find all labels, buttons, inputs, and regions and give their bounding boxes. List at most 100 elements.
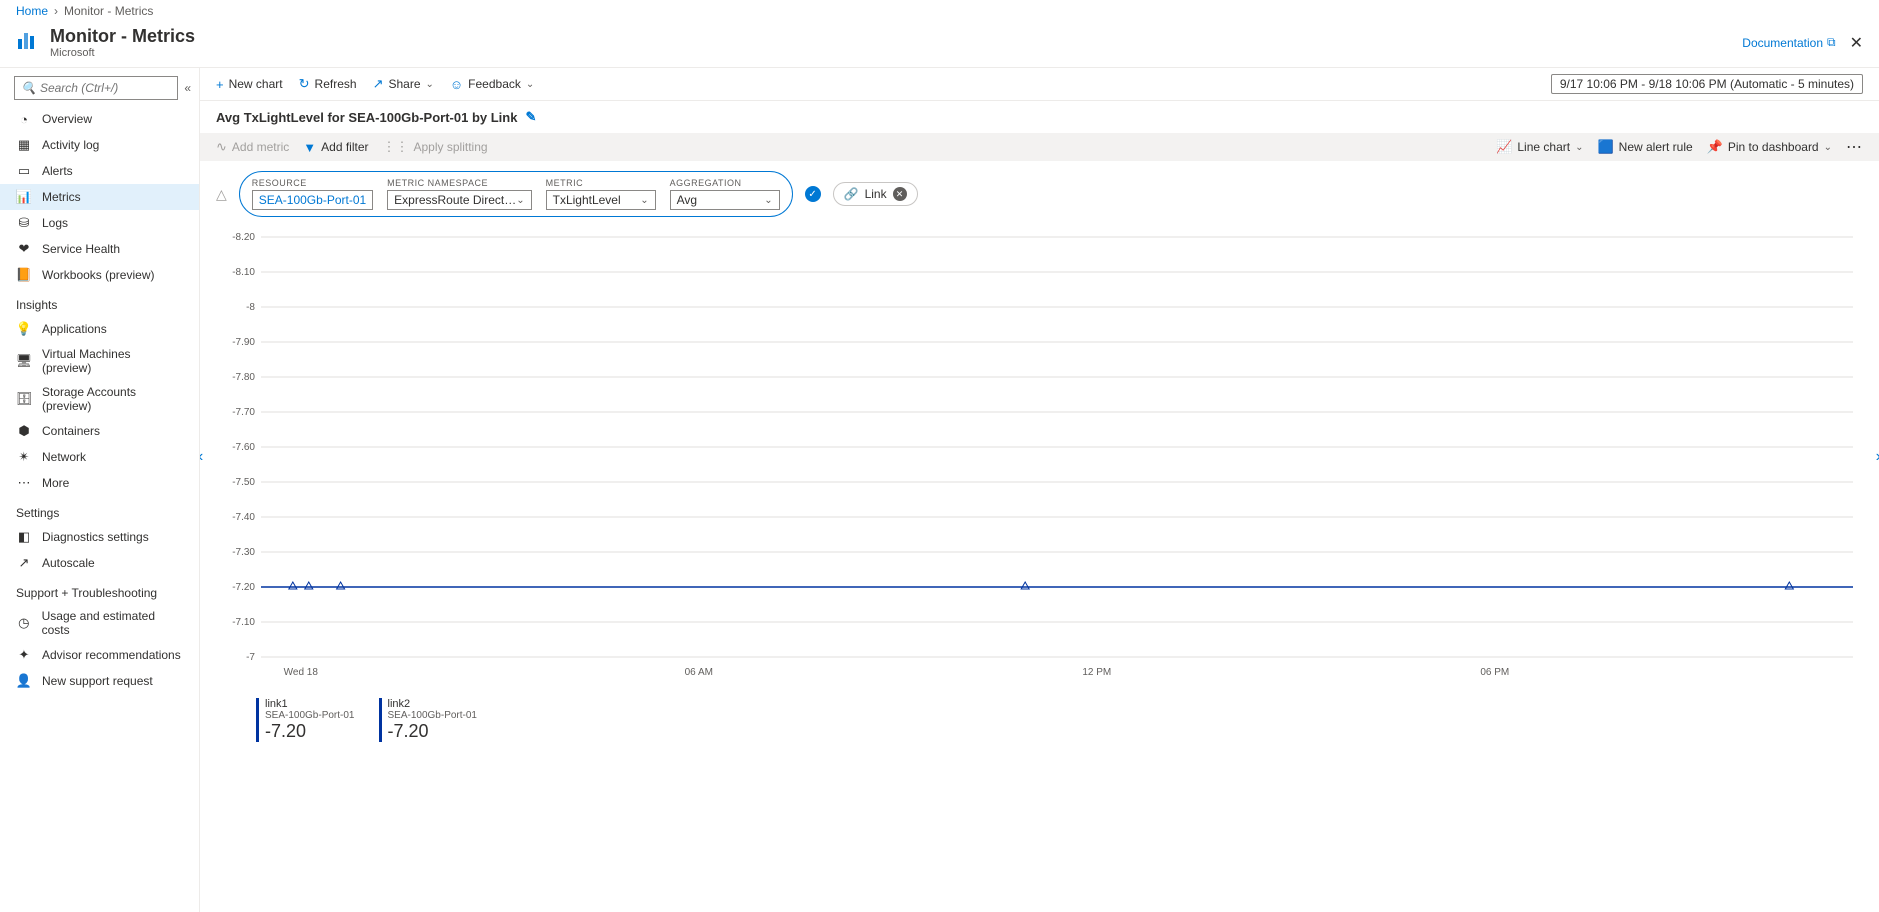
new-alert-button[interactable]: 🟦New alert rule <box>1597 139 1692 155</box>
sidebar-item-alerts[interactable]: ▭Alerts <box>0 158 199 184</box>
chevron-down-icon: ⌄ <box>640 195 648 206</box>
chevron-down-icon: ⌄ <box>516 195 524 206</box>
sidebar-item-label: More <box>42 476 69 490</box>
menu-icon: ◧ <box>16 529 32 545</box>
sidebar-item-label: Advisor recommendations <box>42 648 181 662</box>
filter-icon: ▼ <box>303 140 316 155</box>
sidebar-item-workbooks-preview-[interactable]: 📙Workbooks (preview) <box>0 262 199 288</box>
menu-icon: 📙 <box>16 267 32 283</box>
section-settings: Settings <box>0 496 199 524</box>
menu-icon: ⛁ <box>16 215 32 231</box>
svg-text:-7.80: -7.80 <box>232 372 255 383</box>
chevron-down-icon: ⌄ <box>426 79 434 90</box>
add-filter-button[interactable]: ▼Add filter <box>303 140 368 155</box>
legend-item-link1[interactable]: link1SEA-100Gb-Port-01-7.20 <box>256 698 355 742</box>
svg-text:-7.70: -7.70 <box>232 407 255 418</box>
scroll-left-icon[interactable]: ‹ <box>200 448 203 466</box>
sidebar-item-diagnostics-settings[interactable]: ◧Diagnostics settings <box>0 524 199 550</box>
metric-selector: RESOURCE SEA-100Gb-Port-01 METRIC NAMESP… <box>239 171 793 217</box>
sidebar-item-label: Alerts <box>42 164 73 178</box>
sidebar-item-advisor-recommendations[interactable]: ✦Advisor recommendations <box>0 642 199 668</box>
metric-icon: ∿ <box>216 139 227 155</box>
menu-icon: ◔ <box>16 111 32 127</box>
sidebar-item-more[interactable]: ⋯More <box>0 470 199 496</box>
sidebar-item-activity-log[interactable]: ▦Activity log <box>0 132 199 158</box>
sidebar-item-label: Containers <box>42 424 100 438</box>
sidebar-item-autoscale[interactable]: ↗Autoscale <box>0 550 199 576</box>
svg-text:06 PM: 06 PM <box>1480 667 1509 678</box>
collapse-sidebar-icon[interactable]: « <box>184 81 191 95</box>
line-chart-icon: 📈 <box>1496 139 1512 155</box>
chart-title: Avg TxLightLevel for SEA-100Gb-Port-01 b… <box>216 110 517 125</box>
sidebar-item-containers[interactable]: ⬢ Containers <box>0 418 199 444</box>
sidebar-item-service-health[interactable]: ❤ Service Health <box>0 236 199 262</box>
svg-text:-8.20: -8.20 <box>232 232 255 243</box>
pin-icon: 📌 <box>1707 139 1723 155</box>
sidebar-item-new-support-request[interactable]: 👤New support request <box>0 668 199 694</box>
resource-select[interactable]: SEA-100Gb-Port-01 <box>252 190 373 210</box>
metric-select[interactable]: TxLightLevel⌄ <box>546 190 656 210</box>
more-menu-icon[interactable]: ⋯ <box>1846 137 1863 157</box>
aggregation-select[interactable]: Avg⌄ <box>670 190 780 210</box>
svg-text:-7.30: -7.30 <box>232 547 255 558</box>
sidebar-item-storage-accounts-preview-[interactable]: 🗄Storage Accounts (preview) <box>0 380 199 418</box>
remove-filter-icon[interactable]: ✕ <box>893 187 907 201</box>
sidebar-item-logs[interactable]: ⛁ Logs <box>0 210 199 236</box>
breadcrumb-current: Monitor - Metrics <box>64 4 153 18</box>
apply-splitting-button[interactable]: ⋮⋮Apply splitting <box>383 139 488 155</box>
legend-resource: SEA-100Gb-Port-01 <box>265 710 355 721</box>
sidebar-item-overview[interactable]: ◔Overview <box>0 106 199 132</box>
menu-icon: ▦ <box>16 137 32 153</box>
add-metric-button[interactable]: ∿Add metric <box>216 139 289 155</box>
search-icon: 🔍 <box>21 81 36 95</box>
breadcrumb-home[interactable]: Home <box>16 4 48 18</box>
svg-text:-7.20: -7.20 <box>232 582 255 593</box>
aggregation-label: AGGREGATION <box>670 178 780 188</box>
sidebar-item-metrics[interactable]: 📊Metrics <box>0 184 199 210</box>
alert-icon: 🟦 <box>1597 139 1613 155</box>
feedback-button[interactable]: ☺Feedback⌄ <box>450 77 534 92</box>
documentation-link[interactable]: Documentation ⧉ <box>1742 35 1835 50</box>
sidebar-item-virtual-machines-preview-[interactable]: 🖥Virtual Machines (preview) <box>0 342 199 380</box>
legend-name: link1 <box>265 698 355 710</box>
page-title: Monitor - Metrics <box>50 26 195 47</box>
refresh-button[interactable]: ↻Refresh <box>299 76 357 92</box>
search-input[interactable]: 🔍 <box>14 76 178 100</box>
chevron-down-icon: ⌄ <box>1575 142 1583 153</box>
menu-icon: 💡 <box>16 321 32 337</box>
sidebar-item-usage-and-estimated-costs[interactable]: ◷Usage and estimated costs <box>0 604 199 642</box>
namespace-label: METRIC NAMESPACE <box>387 178 531 188</box>
pin-dashboard-button[interactable]: 📌Pin to dashboard⌄ <box>1707 139 1832 155</box>
legend-item-link2[interactable]: link2SEA-100Gb-Port-01-7.20 <box>379 698 478 742</box>
new-chart-button[interactable]: +New chart <box>216 77 283 92</box>
metric-valid-icon: ✓ <box>805 186 821 202</box>
sidebar-item-label: Metrics <box>42 190 81 204</box>
sidebar-item-network[interactable]: ✴Network <box>0 444 199 470</box>
namespace-select[interactable]: ExpressRoute Direct…⌄ <box>387 190 531 210</box>
svg-text:-7.40: -7.40 <box>232 512 255 523</box>
link-icon: 🔗 <box>844 187 859 201</box>
menu-icon: ⬢ <box>16 423 32 439</box>
filter-pill-link[interactable]: 🔗 Link ✕ <box>833 182 918 206</box>
sidebar-item-label: Service Health <box>42 242 120 256</box>
sidebar-item-label: Virtual Machines (preview) <box>42 347 183 375</box>
main-content: +New chart ↻Refresh ↗Share⌄ ☺Feedback⌄ 9… <box>200 68 1879 912</box>
sidebar-item-applications[interactable]: 💡Applications <box>0 316 199 342</box>
share-button[interactable]: ↗Share⌄ <box>373 76 434 92</box>
chevron-down-icon: ⌄ <box>526 79 534 90</box>
section-insights: Insights <box>0 288 199 316</box>
sidebar: 🔍 « ◔Overview▦Activity log▭Alerts📊Metric… <box>0 68 200 912</box>
chevron-down-icon: ⌄ <box>764 195 772 206</box>
legend-value: -7.20 <box>265 721 355 742</box>
chart-area: -8.20-8.10-8-7.90-7.80-7.70-7.60-7.50-7.… <box>200 227 1879 912</box>
menu-icon: ↗ <box>16 555 32 571</box>
svg-text:-8.10: -8.10 <box>232 267 255 278</box>
resource-label: RESOURCE <box>252 178 373 188</box>
sidebar-item-label: Logs <box>42 216 68 230</box>
time-range-picker[interactable]: 9/17 10:06 PM - 9/18 10:06 PM (Automatic… <box>1551 74 1863 94</box>
edit-title-icon[interactable]: ✎ <box>525 109 536 125</box>
menu-icon: ❤ <box>16 241 32 257</box>
chart-type-select[interactable]: 📈Line chart⌄ <box>1496 139 1583 155</box>
close-icon[interactable]: ✕ <box>1850 33 1863 53</box>
refresh-icon: ↻ <box>299 76 310 92</box>
